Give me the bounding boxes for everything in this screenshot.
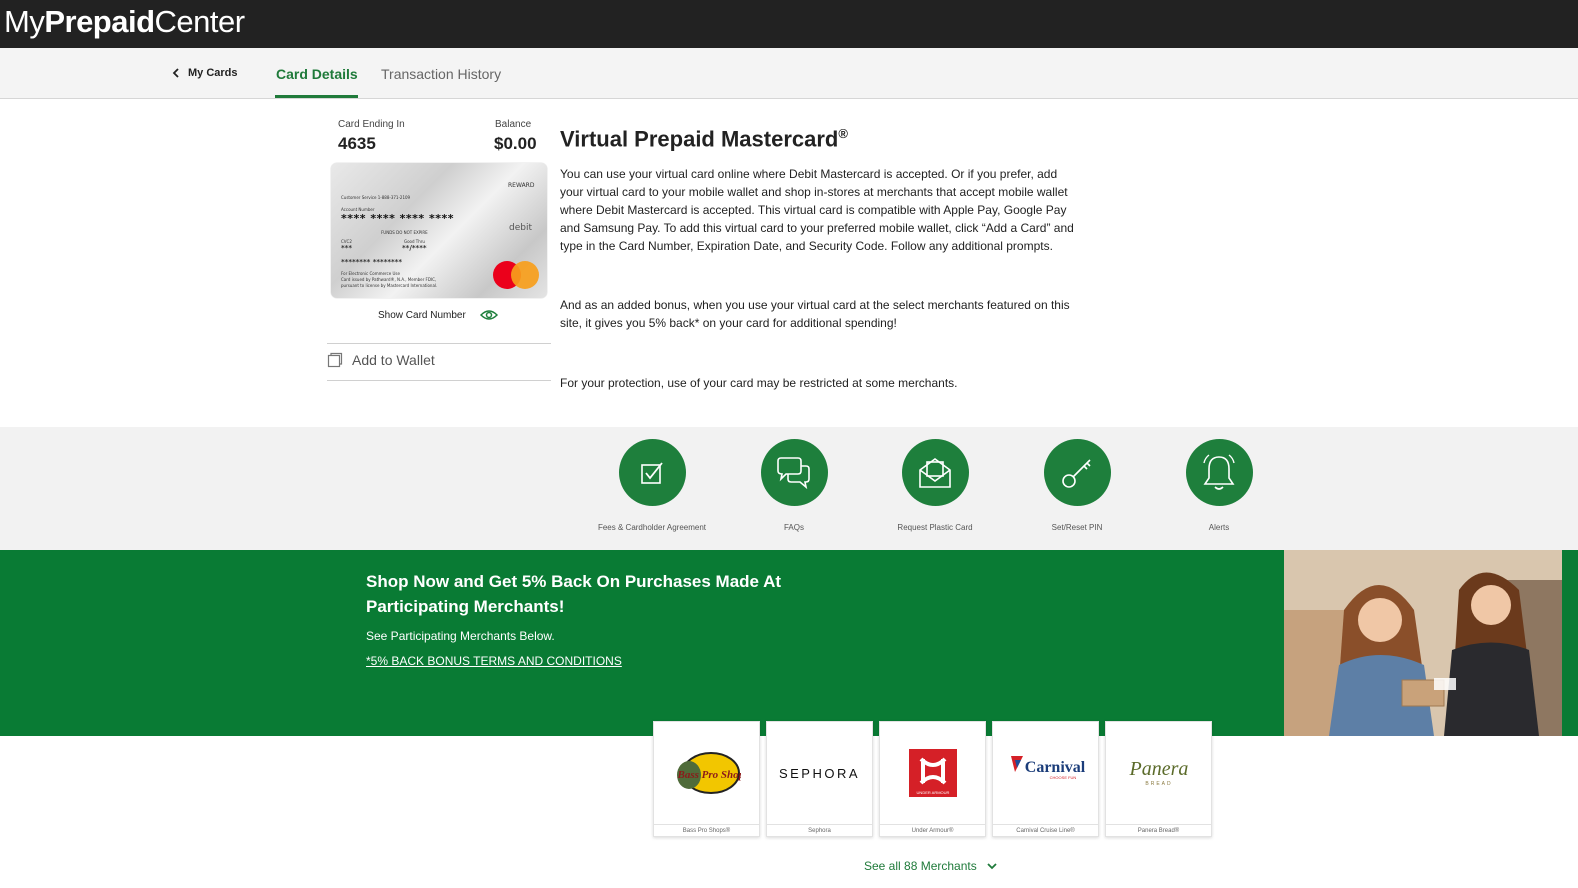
card-product-title-text: Virtual Prepaid Mastercard	[560, 126, 839, 152]
faqs-label: FAQs	[783, 523, 804, 532]
wallet-icon	[327, 352, 343, 368]
panera-logo-sub: BREAD	[1145, 781, 1172, 787]
merchant-card-carnival[interactable]: Carnival CHOOSE FUN Carnival Cruise Line…	[992, 721, 1099, 837]
card-fine-print-3: pursuant to license by Mastercard Intern…	[341, 283, 438, 288]
top-header: MyPrepaidCenter	[0, 0, 1578, 48]
promo-banner: Shop Now and Get 5% Back On Purchases Ma…	[0, 550, 1578, 736]
promo-title: Shop Now and Get 5% Back On Purchases Ma…	[366, 572, 782, 616]
merchant-card-sephora[interactable]: SEPHORA Sephora	[766, 721, 873, 837]
sephora-logo-text: SEPHORA	[778, 765, 861, 781]
feature-links-band: Fees & Cardholder Agreement FAQs Request…	[0, 427, 1578, 550]
description-paragraph-1: You can use your virtual card online whe…	[560, 167, 1074, 253]
card-funds-text: FUNDS DO NOT EXPIRE	[381, 230, 428, 235]
request-plastic-card-link[interactable]: Request Plastic Card	[865, 439, 1005, 532]
checkbox-icon	[641, 461, 663, 484]
merchant-name-panera: Panera Bread®	[1106, 824, 1211, 836]
my-cards-back-link[interactable]: My Cards	[172, 67, 238, 79]
pin-circle	[1043, 439, 1111, 506]
under-armour-logo-graphic: UNDER ARMOUR	[908, 749, 957, 797]
card-customer-service: Customer Service 1-888-371-2109	[341, 195, 411, 200]
pin-label: Set/Reset PIN	[1051, 523, 1103, 532]
alerts-link[interactable]: Alerts	[1149, 439, 1289, 532]
bell-icon	[1203, 453, 1235, 490]
active-tab-indicator	[275, 95, 358, 98]
under-armour-logo: UNDER ARMOUR	[880, 722, 985, 824]
carnival-logo-sub: CHOOSE FUN	[1049, 775, 1076, 780]
promo-subtitle: See Participating Merchants Below.	[366, 629, 555, 643]
shopping-photo-illustration	[1284, 550, 1562, 736]
card-ending-value: 4635	[338, 134, 376, 153]
card-name-mask: ******** ********	[341, 258, 403, 266]
panera-logo: Panera BREAD	[1106, 722, 1211, 824]
site-logo[interactable]: MyPrepaidCenter	[4, 4, 245, 40]
bass-pro-logo-text: Bass Pro Shops	[676, 769, 740, 781]
merchant-name-sephora: Sephora	[767, 824, 872, 836]
carnival-logo-text: Carnival	[1024, 759, 1085, 776]
description-paragraph-3: For your protection, use of your card ma…	[560, 376, 958, 390]
tab-transaction-history[interactable]: Transaction History	[381, 66, 501, 82]
description-paragraph-2: And as an added bonus, when you use your…	[560, 298, 1070, 330]
card-product-title: Virtual Prepaid Mastercard®	[560, 126, 848, 152]
show-card-number-label: Show Card Number	[378, 309, 466, 321]
merchant-name-bass-pro: Bass Pro Shops®	[654, 824, 759, 836]
bass-pro-logo-graphic: Bass Pro Shops	[676, 752, 741, 794]
carnival-logo: Carnival CHOOSE FUN	[993, 722, 1098, 824]
card-fine-print-2: Card issued by Pathward®, N.A., Member F…	[341, 277, 437, 282]
logo-text-prepaid: Prepaid	[44, 4, 155, 39]
registered-mark: ®	[838, 126, 848, 141]
chevron-left-icon	[172, 68, 179, 78]
fees-circle	[618, 439, 686, 506]
request-card-label: Request Plastic Card	[897, 523, 973, 532]
card-nav-bar: My Cards Card Details Transaction Histor…	[0, 48, 1578, 99]
fees-label: Fees & Cardholder Agreement	[597, 523, 707, 532]
card-ending-label: Card Ending In	[338, 119, 405, 130]
panera-logo-text: Panera	[1128, 758, 1188, 780]
card-cvc2-value: ***	[341, 244, 352, 252]
see-all-merchants-label: See all 88 Merchants	[864, 859, 977, 873]
balance-label: Balance	[495, 119, 532, 130]
bass-pro-logo: Bass Pro Shops	[654, 722, 759, 824]
alerts-label: Alerts	[1208, 523, 1230, 532]
card-good-thru-value: **/****	[402, 244, 427, 252]
merchant-card-panera[interactable]: Panera BREAD Panera Bread®	[1105, 721, 1212, 837]
virtual-card-image: REWARD Customer Service 1-888-371-2109 A…	[331, 163, 547, 298]
bonus-terms-link[interactable]: *5% BACK BONUS TERMS AND CONDITIONS	[366, 654, 622, 668]
chat-bubbles-icon	[777, 456, 810, 489]
card-fine-print-1: For Electronic Commerce Use	[341, 271, 400, 276]
sephora-logo: SEPHORA	[767, 722, 872, 824]
alerts-circle	[1185, 439, 1253, 506]
merchant-card-bass-pro[interactable]: Bass Pro Shops Bass Pro Shops®	[653, 721, 760, 837]
shopping-woman-photo	[1284, 550, 1562, 736]
merchant-name-under-armour: Under Armour®	[880, 824, 985, 836]
carnival-logo-graphic: Carnival CHOOSE FUN	[1010, 756, 1085, 780]
add-to-wallet-label: Add to Wallet	[352, 352, 435, 368]
card-reward-text: REWARD	[508, 182, 535, 189]
show-card-number-toggle[interactable]: Show Card Number	[378, 309, 498, 321]
merchant-card-under-armour[interactable]: UNDER ARMOUR Under Armour®	[879, 721, 986, 837]
wallet-divider-top	[327, 343, 551, 344]
key-icon	[1062, 458, 1091, 488]
card-account-number: **** **** **** ****	[341, 212, 455, 225]
chevron-down-icon	[987, 862, 997, 869]
merchant-name-carnival: Carnival Cruise Line®	[993, 824, 1098, 836]
add-to-wallet-button[interactable]: Add to Wallet	[327, 352, 435, 368]
envelope-card-icon	[919, 457, 951, 488]
set-reset-pin-link[interactable]: Set/Reset PIN	[1007, 439, 1147, 532]
under-armour-logo-text: UNDER ARMOUR	[916, 790, 949, 795]
logo-text-my: My	[4, 4, 45, 39]
balance-value: $0.00	[494, 134, 537, 153]
back-link-label: My Cards	[188, 67, 238, 79]
tab-card-details[interactable]: Card Details	[276, 66, 358, 82]
faqs-link[interactable]: FAQs	[724, 439, 864, 532]
see-all-merchants-button[interactable]: See all 88 Merchants	[864, 859, 997, 873]
request-card-circle	[901, 439, 969, 506]
panera-logo-graphic: Panera BREAD	[1128, 758, 1188, 787]
mastercard-logo-yellow	[511, 261, 539, 289]
wallet-divider-bottom	[327, 380, 551, 381]
logo-text-center: Center	[154, 4, 246, 39]
faqs-circle	[760, 439, 828, 506]
fees-agreement-link[interactable]: Fees & Cardholder Agreement	[582, 439, 722, 532]
card-debit-text: debit	[509, 223, 532, 233]
eye-icon	[479, 310, 498, 320]
